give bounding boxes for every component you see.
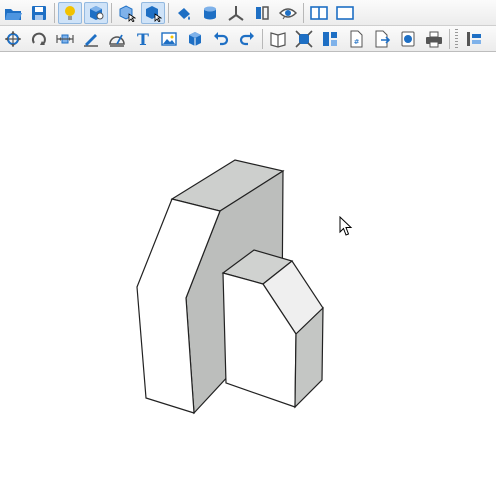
zoom-extents-button[interactable] [292,28,316,50]
layout-icon [323,31,337,46]
dimension-icon [56,34,74,43]
dimension-button[interactable] [53,28,77,50]
axes-icon [228,5,244,21]
cube-icon [189,31,201,46]
toolbar-separator [168,2,169,23]
split-view-icon [310,5,328,20]
protractor-button[interactable] [105,28,129,50]
page-number-button[interactable]: # [344,28,368,50]
select-cursor-button[interactable] [141,1,165,24]
mouse-cursor-icon [339,216,353,236]
rotate-button[interactable] [27,28,51,50]
toolbar-grip[interactable] [455,28,458,49]
book-button[interactable] [266,28,290,50]
single-view-icon [336,5,354,20]
measure-button[interactable] [79,28,103,50]
cube-button[interactable] [183,28,207,50]
undo-button[interactable] [209,28,233,50]
save-icon [32,5,46,20]
text-button[interactable]: T [131,28,155,50]
text-icon: T [137,30,149,48]
cylinder-button[interactable] [198,2,222,24]
select-cursor-icon [146,5,162,22]
layout-button[interactable] [318,28,342,50]
print-button[interactable] [422,28,446,50]
main-toolbar [0,0,496,26]
save-button[interactable] [27,2,51,24]
image-button[interactable] [157,28,181,50]
single-view-button[interactable] [333,2,357,24]
measure-icon [84,33,98,47]
page-number-icon: # [350,30,363,47]
select-box-button[interactable] [115,2,139,24]
rotate-icon [31,32,46,45]
toolbar-separator [449,28,450,49]
svg-text:T: T [137,30,149,48]
paint-bucket-button[interactable] [172,2,196,24]
toolbar-separator [54,2,55,23]
record-button[interactable] [396,28,420,50]
record-icon [401,31,415,46]
3d-viewport[interactable] [0,53,496,485]
panel-toggle-icon [467,31,481,46]
book-icon [270,31,286,48]
toolbar-separator [262,28,263,49]
open-folder-icon [5,8,22,20]
axes-button[interactable] [224,2,248,24]
orbit-icon [5,30,21,47]
split-view-button[interactable] [307,2,331,24]
svg-text:#: # [354,38,360,46]
section-plane-button[interactable] [250,2,274,24]
redo-icon [239,31,254,45]
paint-bucket-icon [178,7,190,20]
materials-button[interactable] [84,1,108,24]
tools-toolbar: T # [0,26,496,52]
eye-icon [279,7,297,19]
materials-icon [90,5,104,20]
section-plane-icon [256,5,269,20]
lightbulb-button[interactable] [58,1,82,24]
undo-icon [214,31,229,45]
toolbar-separator [111,2,112,23]
model-canvas[interactable] [0,53,496,485]
eye-button[interactable] [276,2,300,24]
toolbar-separator [303,2,304,23]
export-page-button[interactable] [370,28,394,50]
orbit-button[interactable] [1,28,25,50]
cylinder-icon [204,6,216,19]
open-folder-button[interactable] [1,2,25,24]
redo-button[interactable] [235,28,259,50]
lightbulb-icon [65,5,75,20]
export-page-icon [375,30,391,47]
panel-toggle-button[interactable] [462,28,486,50]
image-icon [161,31,177,46]
print-icon [426,31,442,47]
select-box-icon [119,4,136,22]
zoom-extents-icon [295,29,313,48]
protractor-icon [109,34,125,47]
